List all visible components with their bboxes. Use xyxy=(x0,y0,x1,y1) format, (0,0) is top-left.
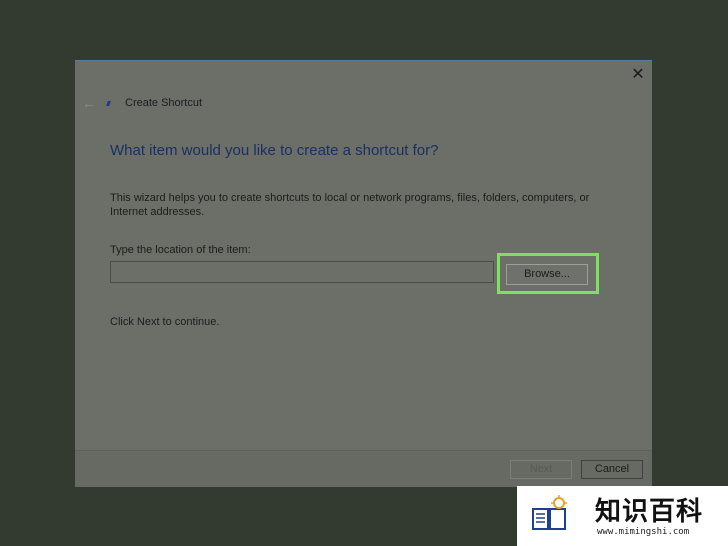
dialog-title: Create Shortcut xyxy=(125,97,203,109)
book-lightbulb-icon xyxy=(532,495,567,530)
back-arrow-icon[interactable]: ← xyxy=(81,95,97,111)
browse-button[interactable]: Browse... xyxy=(506,264,588,285)
watermark-title: 知识百科 xyxy=(595,497,704,527)
close-icon[interactable]: ✕ xyxy=(630,67,646,83)
browse-highlight-box: Browse... xyxy=(497,253,599,294)
dialog-heading: What item would you like to create a sho… xyxy=(110,142,439,159)
watermark-logo: 知识百科 www.mimingshi.com xyxy=(517,486,728,546)
cancel-button[interactable]: Cancel xyxy=(581,460,643,479)
create-shortcut-dialog: ✕ ← Create Shortcut What item would you … xyxy=(75,60,652,487)
location-label: Type the location of the item: xyxy=(110,244,251,256)
location-input[interactable] xyxy=(110,261,494,283)
continue-instruction: Click Next to continue. xyxy=(110,316,220,328)
next-button[interactable]: Next xyxy=(510,460,572,479)
titlebar: ← Create Shortcut xyxy=(81,95,202,111)
shortcut-wizard-icon xyxy=(105,98,113,108)
dialog-footer: Next Cancel xyxy=(75,450,652,487)
watermark-url: www.mimingshi.com xyxy=(597,527,690,537)
wizard-description: This wizard helps you to create shortcut… xyxy=(110,192,590,218)
